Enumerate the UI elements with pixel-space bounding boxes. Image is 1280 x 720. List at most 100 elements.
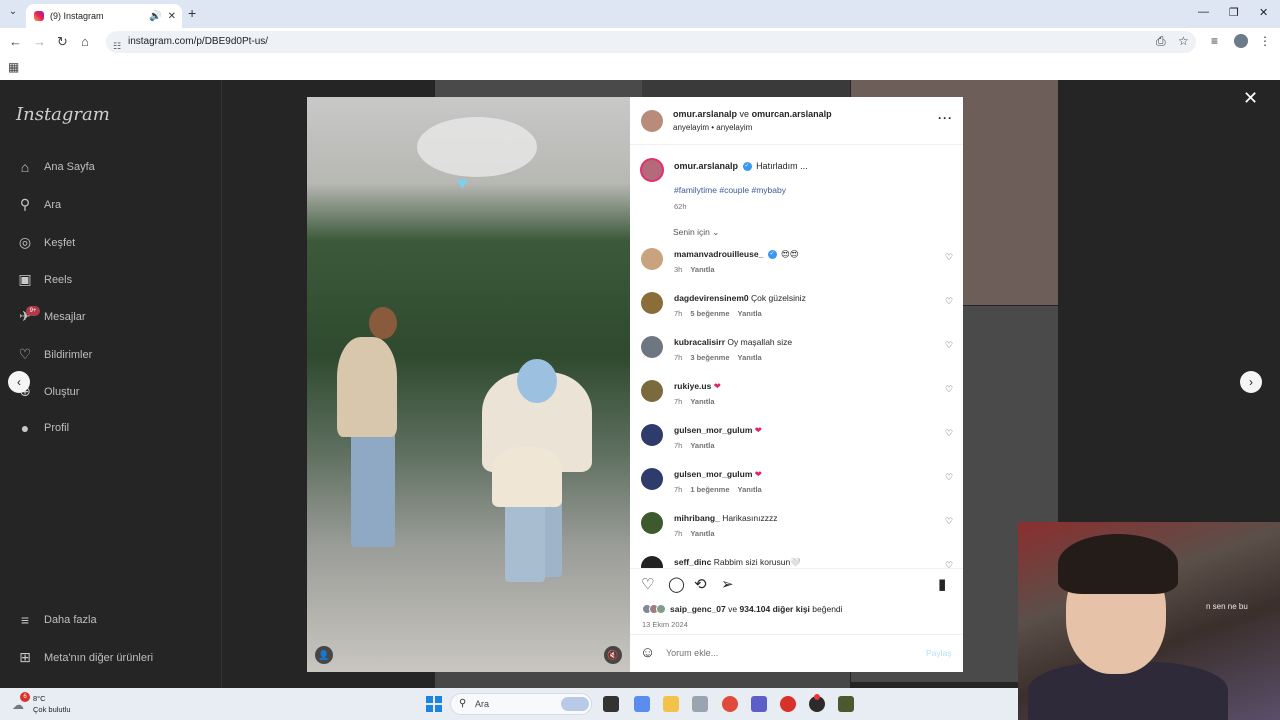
comment-like-icon[interactable]: ♡	[945, 428, 953, 439]
taskbar-search[interactable]: ⚲ Ara	[450, 693, 592, 715]
browser-tab[interactable]: (9) Instagram 🔊 ✕	[26, 4, 182, 28]
share-icon[interactable]: ➢	[721, 575, 734, 593]
site-info-icon[interactable]: ☷	[113, 35, 121, 57]
commenter-avatar[interactable]	[641, 512, 663, 534]
comment-like-icon[interactable]: ♡	[945, 560, 953, 568]
window-close-icon[interactable]: ✕	[1259, 6, 1268, 19]
reply-button[interactable]: Yanıtla	[738, 485, 762, 494]
windows-start-icon[interactable]	[426, 696, 442, 712]
sidebar-item-search[interactable]: ⚲ Ara	[16, 196, 61, 213]
comment-filter-dropdown[interactable]: Senin için ⌄	[673, 227, 719, 238]
emoji-icon[interactable]: ☺	[640, 644, 655, 661]
commenter-avatar[interactable]	[641, 424, 663, 446]
tab-list-icon[interactable]: ⌄	[6, 6, 20, 20]
commenter-avatar[interactable]	[641, 556, 663, 568]
commenter-avatar[interactable]	[641, 248, 663, 270]
repost-icon[interactable]: ⟲	[694, 575, 707, 593]
comment-like-icon[interactable]: ♡	[945, 472, 953, 483]
author-avatar[interactable]	[641, 110, 663, 132]
media-controls-icon[interactable]: ≡	[1211, 34, 1218, 48]
install-app-icon[interactable]: ⎙	[1156, 34, 1166, 49]
comment-like-icon[interactable]: ♡	[945, 252, 953, 263]
post-comment-button[interactable]: Paylaş	[926, 648, 952, 658]
sidebar-item-home[interactable]: ⌂ Ana Sayfa	[16, 159, 95, 175]
reply-button[interactable]: Yanıtla	[690, 441, 714, 450]
comment-username[interactable]: mihribang_	[674, 513, 720, 523]
sidebar-item-reels[interactable]: ▣ Reels	[16, 271, 72, 288]
app-icon[interactable]	[692, 696, 708, 712]
minimize-icon[interactable]: —	[1198, 6, 1209, 18]
comments-list[interactable]: mamanvadrouilleuse_ ✓ 😍😍 3h Yanıtla ♡ dag…	[630, 245, 963, 568]
sidebar-item-explore[interactable]: ◎ Keşfet	[16, 234, 75, 251]
file-explorer-icon[interactable]	[663, 696, 679, 712]
sidebar-item-notifications[interactable]: ♡ Bildirimler	[16, 346, 93, 363]
like-icon[interactable]: ♡	[641, 575, 654, 593]
commenter-avatar[interactable]	[641, 468, 663, 490]
comment-username[interactable]: kubracalisirr	[674, 337, 725, 347]
mute-icon[interactable]: 🔇	[604, 646, 622, 664]
reload-icon[interactable]: ↻	[57, 34, 68, 50]
comment-username[interactable]: dagdevirensinem0	[674, 293, 749, 303]
apps-grid-icon[interactable]: ▦	[8, 60, 19, 74]
caption-username[interactable]: omur.arslanalp	[674, 161, 738, 171]
teams-icon[interactable]	[751, 696, 767, 712]
forward-icon[interactable]: →	[33, 34, 46, 49]
app-icon[interactable]	[780, 696, 796, 712]
comment-likes[interactable]: 1 beğenme	[690, 485, 729, 494]
new-tab-icon[interactable]: +	[188, 5, 196, 21]
comment-like-icon[interactable]: ♡	[945, 516, 953, 527]
comment-username[interactable]: mamanvadrouilleuse_	[674, 249, 763, 259]
commenter-avatar[interactable]	[641, 292, 663, 314]
reply-button[interactable]: Yanıtla	[690, 397, 714, 406]
audio-label[interactable]: anyelayim • anyelayim	[673, 123, 752, 132]
url-field[interactable]: ☷ instagram.com/p/DBE9d0Pt-us/	[106, 31, 1196, 53]
task-view-icon[interactable]	[603, 696, 619, 712]
reply-button[interactable]: Yanıtla	[738, 353, 762, 362]
more-options-icon[interactable]: ···	[938, 111, 953, 125]
commenter-avatar[interactable]	[641, 380, 663, 402]
comment-username[interactable]: seff_dinc	[674, 557, 711, 567]
author-username[interactable]: omur.arslanalp	[673, 109, 737, 119]
reply-button[interactable]: Yanıtla	[690, 265, 714, 274]
sidebar-item-more[interactable]: ≡ Daha fazla	[16, 612, 97, 628]
coauthor-username[interactable]: omurcan.arslanalp	[752, 109, 832, 119]
liker-username[interactable]: saip_genc_07	[670, 604, 726, 614]
comment-username[interactable]: gulsen_mor_gulum	[674, 469, 752, 479]
copilot-icon[interactable]	[634, 696, 650, 712]
comment-likes[interactable]: 3 beğenme	[690, 353, 729, 362]
comment-likes[interactable]: 5 beğenme	[690, 309, 729, 318]
reply-button[interactable]: Yanıtla	[690, 529, 714, 538]
home-icon[interactable]: ⌂	[81, 34, 89, 49]
sidebar-item-meta[interactable]: ⊞ Meta'nın diğer ürünleri	[16, 649, 153, 666]
tab-close-icon[interactable]: ✕	[168, 11, 176, 22]
previous-post-button[interactable]: ‹	[8, 371, 30, 393]
hashtags[interactable]: #familytime #couple #mybaby	[674, 185, 786, 195]
commenter-avatar[interactable]	[641, 336, 663, 358]
speaker-icon[interactable]: 🔊	[149, 11, 161, 22]
comment-username[interactable]: rukiye.us	[674, 381, 711, 391]
menu-kebab-icon[interactable]: ⋮	[1259, 34, 1271, 48]
comment-icon[interactable]: ◯	[668, 575, 685, 593]
likes-count[interactable]: 934.104 diğer kişi	[740, 604, 810, 614]
chrome-icon[interactable]	[722, 696, 738, 712]
sidebar-item-profile[interactable]: ● Profil	[16, 420, 69, 436]
likes-summary[interactable]: saip_genc_07 ve 934.104 diğer kişi beğen…	[642, 604, 843, 614]
maximize-icon[interactable]: ❐	[1229, 6, 1239, 19]
profile-avatar[interactable]	[1234, 34, 1248, 48]
back-icon[interactable]: ←	[9, 34, 22, 49]
instagram-logo[interactable]: Instagram	[16, 104, 110, 125]
reply-button[interactable]: Yanıtla	[738, 309, 762, 318]
comment-username[interactable]: gulsen_mor_gulum	[674, 425, 752, 435]
save-bookmark-icon[interactable]: ▮	[938, 575, 946, 593]
app-icon[interactable]	[838, 696, 854, 712]
post-video[interactable]: ♥ 👤 🔇	[307, 97, 630, 672]
next-post-button[interactable]: ›	[1240, 371, 1262, 393]
caption-avatar[interactable]	[640, 158, 664, 182]
bookmark-star-icon[interactable]: ☆	[1178, 34, 1189, 48]
comment-like-icon[interactable]: ♡	[945, 296, 953, 307]
close-modal-icon[interactable]: ✕	[1243, 88, 1258, 109]
comment-input[interactable]	[666, 645, 916, 661]
tagged-users-icon[interactable]: 👤	[315, 646, 333, 664]
comment-like-icon[interactable]: ♡	[945, 340, 953, 351]
comment-like-icon[interactable]: ♡	[945, 384, 953, 395]
